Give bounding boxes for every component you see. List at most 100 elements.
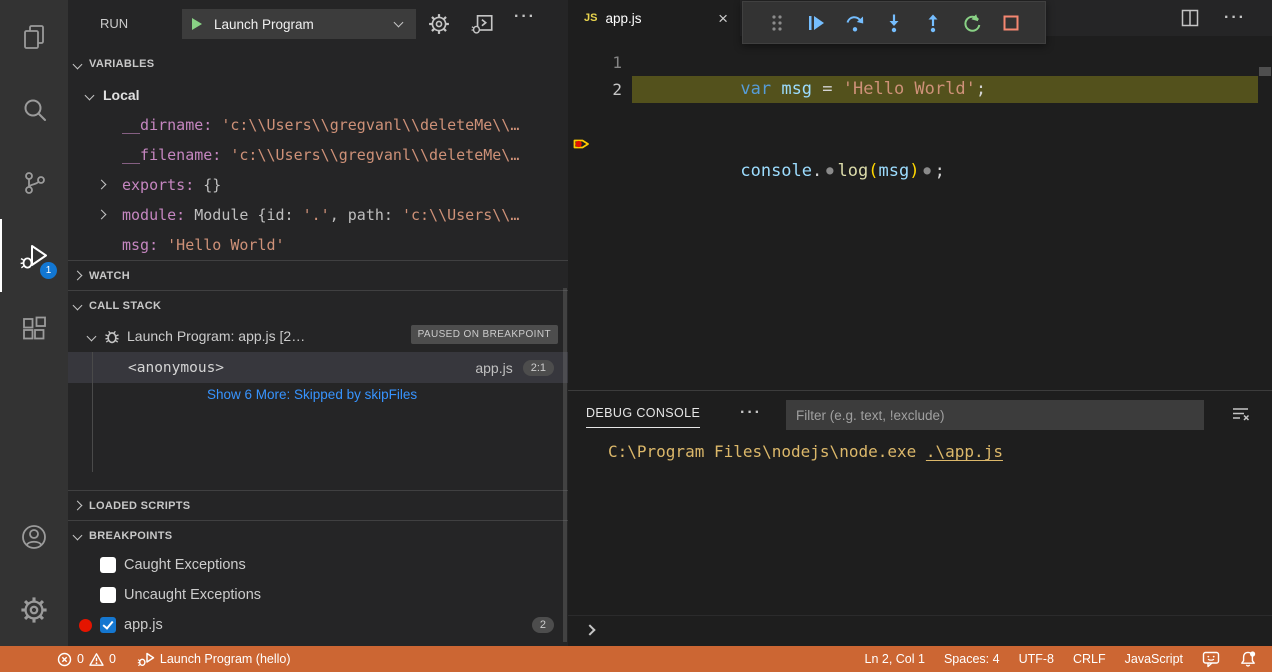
notifications-bell-icon[interactable]	[1239, 650, 1257, 668]
breakpoints-label: BREAKPOINTS	[89, 530, 172, 542]
bug-icon	[103, 327, 121, 345]
launch-config-select[interactable]: Launch Program	[182, 9, 416, 39]
inline-breakpoint-dot-icon[interactable]: ●	[826, 163, 833, 177]
debug-status-label: Launch Program (hello)	[160, 652, 291, 666]
encoding-item[interactable]: UTF-8	[1019, 652, 1054, 666]
variables-section-header[interactable]: VARIABLES	[68, 48, 568, 80]
checkbox-unchecked[interactable]	[100, 587, 116, 603]
cursor-position-item[interactable]: Ln 2, Col 1	[865, 652, 925, 666]
language-mode-item[interactable]: JavaScript	[1125, 652, 1183, 666]
problems-status[interactable]: 0 0	[57, 652, 116, 667]
step-over-button[interactable]	[844, 12, 866, 34]
debug-console-toggle-icon[interactable]	[471, 13, 495, 35]
javascript-file-icon: JS	[584, 12, 597, 24]
feedback-icon[interactable]	[1202, 650, 1220, 668]
frame-file: app.js	[475, 360, 512, 376]
editor: JS app.js × ···	[568, 0, 1272, 390]
activity-item-search[interactable]	[0, 73, 68, 146]
console-output-line: C:\Program Files\nodejs\node.exe .\app.j…	[608, 442, 1003, 461]
code-area[interactable]: 1var msg = 'Hello World'; 2console.●log(…	[568, 36, 1272, 390]
stop-button[interactable]	[1000, 12, 1022, 34]
error-icon	[57, 652, 72, 667]
activity-bar-spacer	[0, 365, 68, 500]
chevron-down-icon	[73, 531, 83, 541]
toolbar-drag-handle[interactable]	[766, 12, 788, 34]
checkbox-checked[interactable]	[100, 617, 116, 633]
run-and-debug-sidebar: RUN Launch Program ··· VARIABLES Local _	[68, 0, 568, 646]
console-filter-input[interactable]	[786, 400, 1204, 430]
sidebar-scrollbar[interactable]	[563, 288, 567, 642]
breakpoint-dot-icon	[79, 619, 92, 632]
scope-label: Local	[103, 87, 140, 103]
loaded-scripts-label: LOADED SCRIPTS	[89, 500, 190, 512]
chevron-right-icon	[97, 180, 107, 190]
code-token: var	[740, 79, 771, 99]
account-icon	[20, 523, 48, 551]
tab-debug-console[interactable]: DEBUG CONSOLE	[586, 406, 700, 428]
activity-item-extensions[interactable]	[0, 292, 68, 365]
activity-item-accounts[interactable]	[0, 500, 68, 573]
call-stack-section-header[interactable]: CALL STACK	[68, 290, 568, 320]
tab-appjs[interactable]: JS app.js ×	[568, 0, 740, 36]
console-output-file-link[interactable]: .\app.js	[926, 442, 1003, 461]
step-into-button[interactable]	[883, 12, 905, 34]
editor-scrollbar[interactable]	[1259, 67, 1271, 76]
code-token	[771, 79, 781, 99]
close-tab-icon[interactable]: ×	[718, 10, 728, 27]
code-token: ;	[976, 79, 986, 99]
breakpoint-row-caught-exceptions[interactable]: Caught Exceptions	[68, 550, 568, 580]
breakpoint-label: Uncaught Exceptions	[124, 587, 261, 603]
editor-more-actions-icon[interactable]: ···	[1224, 9, 1246, 27]
start-debugging-icon[interactable]	[192, 18, 202, 30]
breakpoint-label: app.js	[124, 617, 163, 633]
configure-gear-icon[interactable]	[428, 13, 450, 35]
split-editor-icon[interactable]	[1180, 8, 1200, 28]
watch-label: WATCH	[89, 270, 130, 282]
chevron-down-icon	[73, 301, 83, 311]
debug-status-item[interactable]: Launch Program (hello)	[137, 652, 291, 667]
debug-alt-icon	[137, 652, 155, 667]
chevron-right-icon	[73, 501, 83, 511]
breakpoint-count-badge: 2	[532, 617, 554, 633]
debug-sessions-badge: 1	[40, 262, 57, 279]
session-label: Launch Program: app.js [2…	[127, 328, 305, 344]
continue-button[interactable]	[805, 12, 827, 34]
console-input-row[interactable]	[568, 615, 1272, 647]
variable-row-dirname[interactable]: __dirname: 'c:\\Users\\gregvanl\\deleteM…	[68, 110, 568, 140]
clear-console-icon[interactable]	[1230, 404, 1252, 424]
code-line-1[interactable]: 1var msg = 'Hello World';	[568, 49, 1272, 76]
editor-group: JS app.js × ···	[568, 0, 1272, 646]
code-token: (	[868, 161, 878, 181]
code-token: ;	[935, 161, 945, 181]
more-actions-icon[interactable]: ···	[514, 8, 536, 26]
scope-local-row[interactable]: Local	[68, 80, 568, 110]
step-out-button[interactable]	[922, 12, 944, 34]
warning-count: 0	[109, 652, 116, 666]
activity-item-explorer[interactable]	[0, 0, 68, 73]
debug-session-row[interactable]: Launch Program: app.js [2… PAUSED ON BRE…	[68, 320, 568, 352]
watch-section-header[interactable]: WATCH	[68, 260, 568, 290]
checkbox-unchecked[interactable]	[100, 557, 116, 573]
breakpoint-row-uncaught-exceptions[interactable]: Uncaught Exceptions	[68, 580, 568, 610]
activity-item-run-and-debug[interactable]: 1	[0, 219, 68, 292]
indentation-item[interactable]: Spaces: 4	[944, 652, 1000, 666]
variable-row-exports[interactable]: exports: {}	[68, 170, 568, 200]
variable-row-module[interactable]: module: Module {id: '.', path: 'c:\\User…	[68, 200, 568, 230]
restart-button[interactable]	[961, 12, 983, 34]
eol-item[interactable]: CRLF	[1073, 652, 1106, 666]
variable-row-msg[interactable]: msg: 'Hello World'	[68, 230, 568, 260]
variable-row-filename[interactable]: __filename: 'c:\\Users\\gregvanl\\delete…	[68, 140, 568, 170]
inline-breakpoint-dot-icon[interactable]: ●	[923, 163, 930, 177]
activity-item-source-control[interactable]	[0, 146, 68, 219]
stack-frame-row-selected[interactable]: <anonymous> app.js 2:1	[68, 352, 568, 383]
code-token: =	[812, 79, 843, 99]
error-count: 0	[77, 652, 84, 666]
breakpoint-row-appjs[interactable]: app.js 2	[68, 610, 568, 640]
breakpoints-section-header[interactable]: BREAKPOINTS	[68, 520, 568, 550]
show-skipped-frames-link[interactable]: Show 6 More: Skipped by skipFiles	[68, 383, 568, 410]
loaded-scripts-section-header[interactable]: LOADED SCRIPTS	[68, 490, 568, 520]
console-prompt-icon	[584, 624, 595, 635]
activity-item-settings[interactable]	[0, 573, 68, 646]
panel-more-actions-icon[interactable]: ···	[740, 404, 762, 422]
sidebar-header: RUN Launch Program ···	[68, 0, 568, 48]
